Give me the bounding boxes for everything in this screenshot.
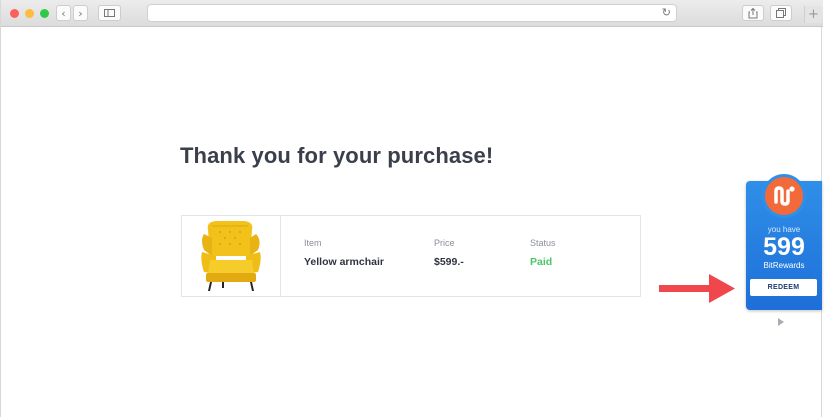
bitrewards-logo-icon [762, 174, 806, 218]
forward-glyph: › [78, 6, 83, 20]
status-column: Status Paid [530, 238, 556, 268]
item-value: Yellow armchair [304, 256, 384, 268]
browser-toolbar: ‹ › ↻ + [1, 0, 823, 27]
share-icon[interactable] [742, 5, 764, 21]
minimize-window-button[interactable] [25, 9, 34, 18]
forward-icon[interactable]: › [73, 5, 88, 21]
status-badge: Paid [530, 256, 553, 268]
item-label: Item [304, 238, 322, 248]
browser-window: ‹ › ↻ + Thank you for your purchase! Ite… [0, 0, 823, 417]
close-window-button[interactable] [10, 9, 19, 18]
zoom-window-button[interactable] [40, 9, 49, 18]
sidebar-icon[interactable] [98, 5, 121, 21]
product-image [182, 216, 281, 296]
page-title: Thank you for your purchase! [180, 143, 494, 168]
play-icon[interactable] [778, 318, 784, 326]
price-value: $599.- [434, 256, 464, 268]
add-tab-icon[interactable]: + [804, 6, 822, 23]
order-card: Item Yellow armchair Price $599.- Status… [181, 215, 641, 297]
tabs-icon[interactable] [770, 5, 792, 21]
bitrewards-widget[interactable]: you have 599 BitRewards REDEEM [746, 174, 822, 310]
address-bar[interactable]: ↻ [147, 4, 677, 22]
status-label: Status [530, 238, 556, 248]
price-column: Price $599.- [434, 238, 464, 268]
armchair-image [201, 221, 261, 291]
reload-icon[interactable]: ↻ [662, 6, 671, 19]
item-column: Item Yellow armchair [304, 238, 384, 268]
redeem-button[interactable]: REDEEM [750, 279, 817, 296]
pointer-arrow-icon [659, 274, 735, 303]
back-glyph: ‹ [61, 6, 66, 20]
points-count: 599 [763, 233, 805, 261]
back-icon[interactable]: ‹ [56, 5, 71, 21]
price-label: Price [434, 238, 455, 248]
brand-text: BitRewards [763, 261, 805, 270]
